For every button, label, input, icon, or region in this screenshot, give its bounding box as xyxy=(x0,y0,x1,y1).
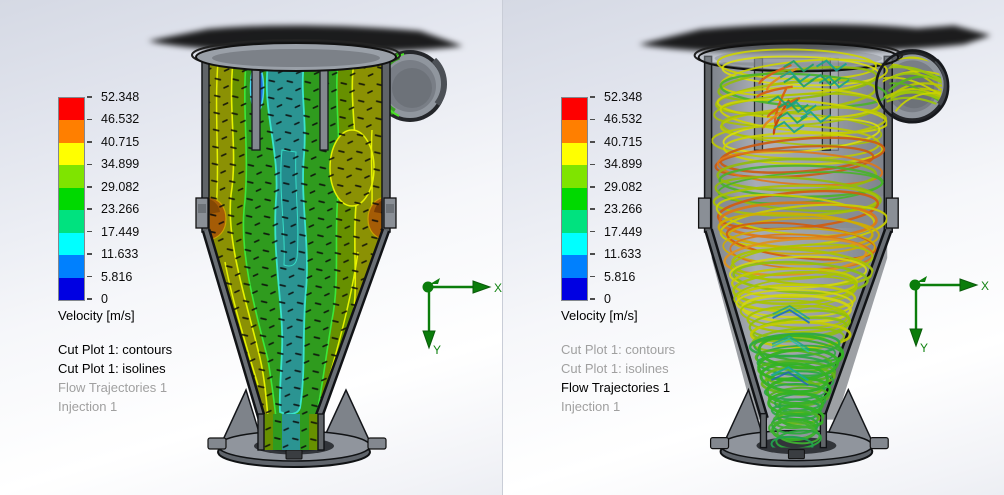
legend-tick: 29.082 xyxy=(87,180,139,194)
y-axis-label: Y xyxy=(920,341,928,355)
x-axis-label: X xyxy=(981,279,989,293)
tick-mark xyxy=(87,253,92,255)
legend-colorbar xyxy=(561,97,588,301)
tick-mark xyxy=(87,119,92,121)
legend-tick: 40.715 xyxy=(87,135,139,149)
layer-flow-trajectories: Flow Trajectories 1 xyxy=(561,378,771,397)
legend-tick: 17.449 xyxy=(590,225,642,239)
tick-mark xyxy=(590,276,595,278)
tick-mark xyxy=(590,141,595,143)
x-axis-label: X xyxy=(494,281,502,295)
tick-mark xyxy=(87,141,92,143)
tick-mark xyxy=(87,208,92,210)
axis-triad: X Y xyxy=(886,249,998,361)
tick-mark xyxy=(590,298,595,300)
layer-injection: Injection 1 xyxy=(58,397,268,416)
tick-mark xyxy=(590,96,595,98)
tick-mark xyxy=(87,186,92,188)
legend-tick: 23.266 xyxy=(87,202,139,216)
layer-cut-plot-isolines: Cut Plot 1: isolines xyxy=(561,359,771,378)
layer-cut-plot-isolines: Cut Plot 1: isolines xyxy=(58,359,268,378)
legend-tick: 29.082 xyxy=(590,180,642,194)
legend-title: Velocity [m/s] xyxy=(561,308,771,323)
legend-colorbar xyxy=(58,97,85,301)
legend-ticks: 52.348 46.532 40.715 34.899 29.082 23.26… xyxy=(87,97,257,299)
tick-mark xyxy=(590,253,595,255)
legend-tick: 40.715 xyxy=(590,135,642,149)
tick-mark xyxy=(590,186,595,188)
tick-mark xyxy=(590,208,595,210)
layer-cut-plot-contours: Cut Plot 1: contours xyxy=(58,340,268,359)
tick-mark xyxy=(87,298,92,300)
velocity-legend: 52.348 46.532 40.715 34.899 29.082 23.26… xyxy=(58,97,268,416)
legend-tick: 5.816 xyxy=(87,270,132,284)
legend-tick: 0 xyxy=(590,292,611,306)
legend-tick: 11.633 xyxy=(87,247,138,261)
legend-ticks: 52.348 46.532 40.715 34.899 29.082 23.26… xyxy=(590,97,760,299)
legend-tick: 34.899 xyxy=(590,157,642,171)
flow-simulation-results: 52.348 46.532 40.715 34.899 29.082 23.26… xyxy=(0,0,1004,495)
tick-mark xyxy=(590,164,595,166)
legend-tick: 0 xyxy=(87,292,108,306)
legend-tick: 5.816 xyxy=(590,270,635,284)
layer-cut-plot-contours: Cut Plot 1: contours xyxy=(561,340,771,359)
legend-tick: 23.266 xyxy=(590,202,642,216)
legend-tick: 11.633 xyxy=(590,247,641,261)
legend-tick: 17.449 xyxy=(87,225,139,239)
legend-tick: 46.532 xyxy=(590,112,642,126)
legend-tick: 46.532 xyxy=(87,112,139,126)
plot-layers-list: Cut Plot 1: contours Cut Plot 1: isoline… xyxy=(58,340,268,416)
tick-mark xyxy=(87,231,92,233)
layer-injection: Injection 1 xyxy=(561,397,771,416)
layer-flow-trajectories: Flow Trajectories 1 xyxy=(58,378,268,397)
axis-triad: X Y xyxy=(399,251,511,363)
legend-title: Velocity [m/s] xyxy=(58,308,268,323)
panel-cut-plot: 52.348 46.532 40.715 34.899 29.082 23.26… xyxy=(0,0,503,495)
y-axis-label: Y xyxy=(433,343,441,357)
tick-mark xyxy=(590,119,595,121)
legend-tick: 52.348 xyxy=(590,90,642,104)
lid xyxy=(192,40,400,71)
legend-tick: 34.899 xyxy=(87,157,139,171)
dust-outlet xyxy=(258,414,324,450)
legend-tick: 52.348 xyxy=(87,90,139,104)
tick-mark xyxy=(87,276,92,278)
tick-mark xyxy=(87,164,92,166)
tick-mark xyxy=(590,231,595,233)
velocity-legend: 52.348 46.532 40.715 34.899 29.082 23.26… xyxy=(561,97,771,416)
panel-flow-trajectories: 52.348 46.532 40.715 34.899 29.082 23.26… xyxy=(503,0,1004,495)
plot-layers-list: Cut Plot 1: contours Cut Plot 1: isoline… xyxy=(561,340,771,416)
tick-mark xyxy=(87,96,92,98)
